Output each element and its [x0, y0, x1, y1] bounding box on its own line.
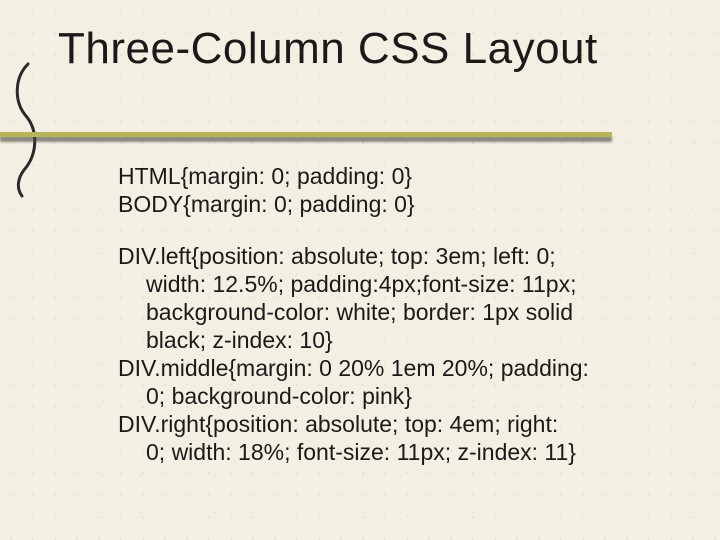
- code-line: background-color: white; border: 1px sol…: [146, 298, 678, 326]
- code-line: 0; background-color: pink}: [146, 382, 678, 410]
- slide: Three-Column CSS Layout HTML{margin: 0; …: [0, 0, 720, 540]
- code-line: width: 12.5%; padding:4px;font-size: 11p…: [146, 270, 678, 298]
- code-line: black; z-index: 10}: [146, 326, 678, 354]
- code-line: DIV.middle{margin: 0 20% 1em 20%; paddin…: [118, 355, 589, 381]
- code-block-left: DIV.left{position: absolute; top: 3em; l…: [118, 242, 678, 354]
- code-line: DIV.right{position: absolute; top: 4em; …: [118, 411, 558, 437]
- slide-body: HTML{margin: 0; padding: 0} BODY{margin:…: [118, 162, 678, 466]
- slide-title: Three-Column CSS Layout: [58, 26, 598, 72]
- code-line: BODY{margin: 0; padding: 0}: [118, 190, 678, 218]
- code-line: DIV.left{position: absolute; top: 3em; l…: [118, 243, 556, 269]
- code-line: HTML{margin: 0; padding: 0}: [118, 162, 678, 190]
- code-line: 0; width: 18%; font-size: 11px; z-index:…: [146, 438, 678, 466]
- title-underline: [0, 128, 720, 148]
- code-block-middle: DIV.middle{margin: 0 20% 1em 20%; paddin…: [118, 354, 678, 410]
- code-block-right: DIV.right{position: absolute; top: 4em; …: [118, 410, 678, 466]
